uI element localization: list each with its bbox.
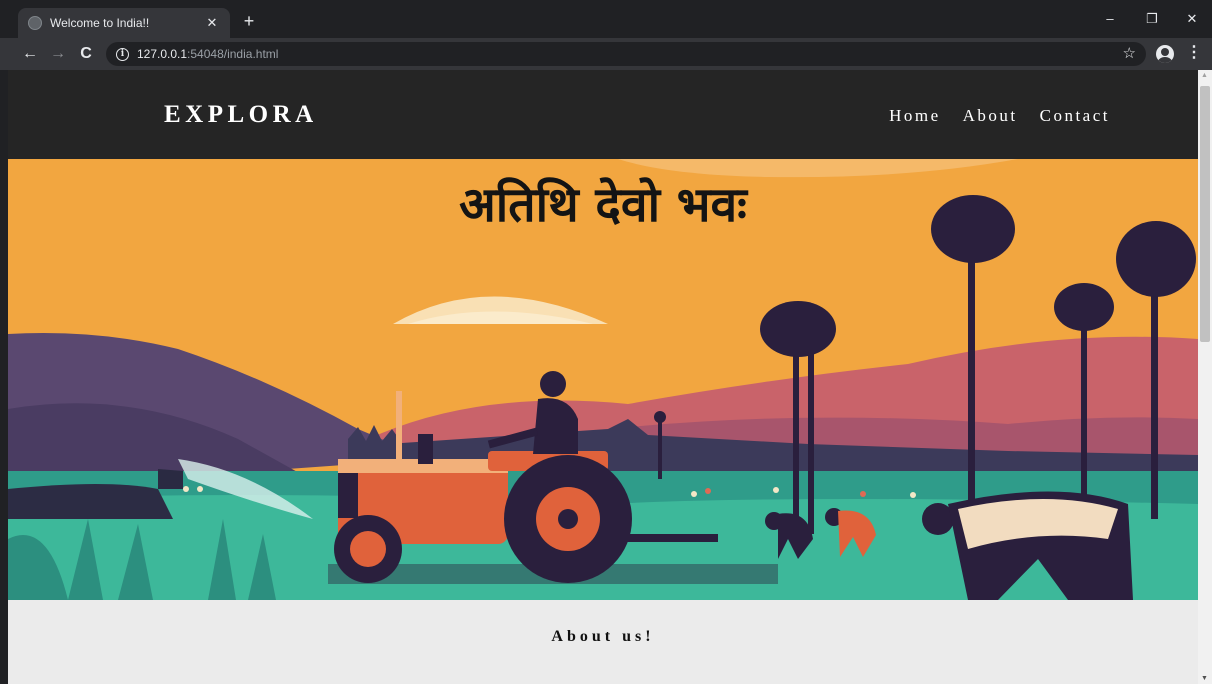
site-navbar: EXPLORA Home About Contact	[8, 70, 1198, 159]
forward-button[interactable]: →	[46, 42, 70, 66]
scroll-up-icon[interactable]: ▲	[1201, 72, 1208, 79]
nav-link-home[interactable]: Home	[889, 106, 941, 126]
tab-bar: Welcome to India!! ✕ + – ❐ ✕	[0, 0, 1212, 38]
nav-link-contact[interactable]: Contact	[1040, 106, 1110, 126]
nav-link-about[interactable]: About	[963, 106, 1018, 126]
url-host: 127.0.0.1	[137, 47, 188, 61]
page-scrollbar[interactable]: ▲ ▼	[1198, 70, 1212, 684]
tab-close-icon[interactable]: ✕	[204, 15, 220, 31]
about-section: About us!	[8, 600, 1198, 684]
browser-menu-icon[interactable]: ⋮	[1186, 42, 1202, 62]
address-bar[interactable]: i 127.0.0.1 :54048/india.html ☆	[106, 42, 1146, 66]
browser-window: Welcome to India!! ✕ + – ❐ ✕ ← → C i 127…	[0, 0, 1212, 684]
bookmark-star-icon[interactable]: ☆	[1123, 44, 1136, 62]
site-logo[interactable]: EXPLORA	[164, 101, 318, 129]
minimize-button[interactable]: –	[1096, 8, 1124, 30]
hero-banner: अतिथि देवो भवः	[8, 159, 1198, 600]
about-heading: About us!	[551, 628, 655, 645]
tab-title: Welcome to India!!	[50, 16, 150, 30]
page-viewport: EXPLORA Home About Contact अतिथि देवो भव…	[8, 70, 1198, 684]
globe-icon	[28, 16, 42, 30]
new-tab-button[interactable]: +	[238, 10, 260, 32]
browser-toolbar: ← → C i 127.0.0.1 :54048/india.html ☆ ⋮	[0, 38, 1212, 70]
scroll-thumb[interactable]	[1200, 86, 1210, 342]
nav-links: Home About Contact	[889, 106, 1110, 126]
reload-button[interactable]: C	[74, 42, 98, 66]
url-path: :54048/india.html	[187, 47, 279, 61]
close-window-button[interactable]: ✕	[1178, 8, 1206, 30]
scroll-down-icon[interactable]: ▼	[1201, 675, 1208, 682]
info-icon[interactable]: i	[116, 47, 129, 61]
back-button[interactable]: ←	[18, 42, 42, 66]
restore-button[interactable]: ❐	[1138, 8, 1166, 30]
browser-tab[interactable]: Welcome to India!! ✕	[18, 8, 230, 38]
hero-title: अतिथि देवो भवः	[459, 177, 747, 233]
profile-avatar-icon[interactable]	[1156, 45, 1174, 63]
